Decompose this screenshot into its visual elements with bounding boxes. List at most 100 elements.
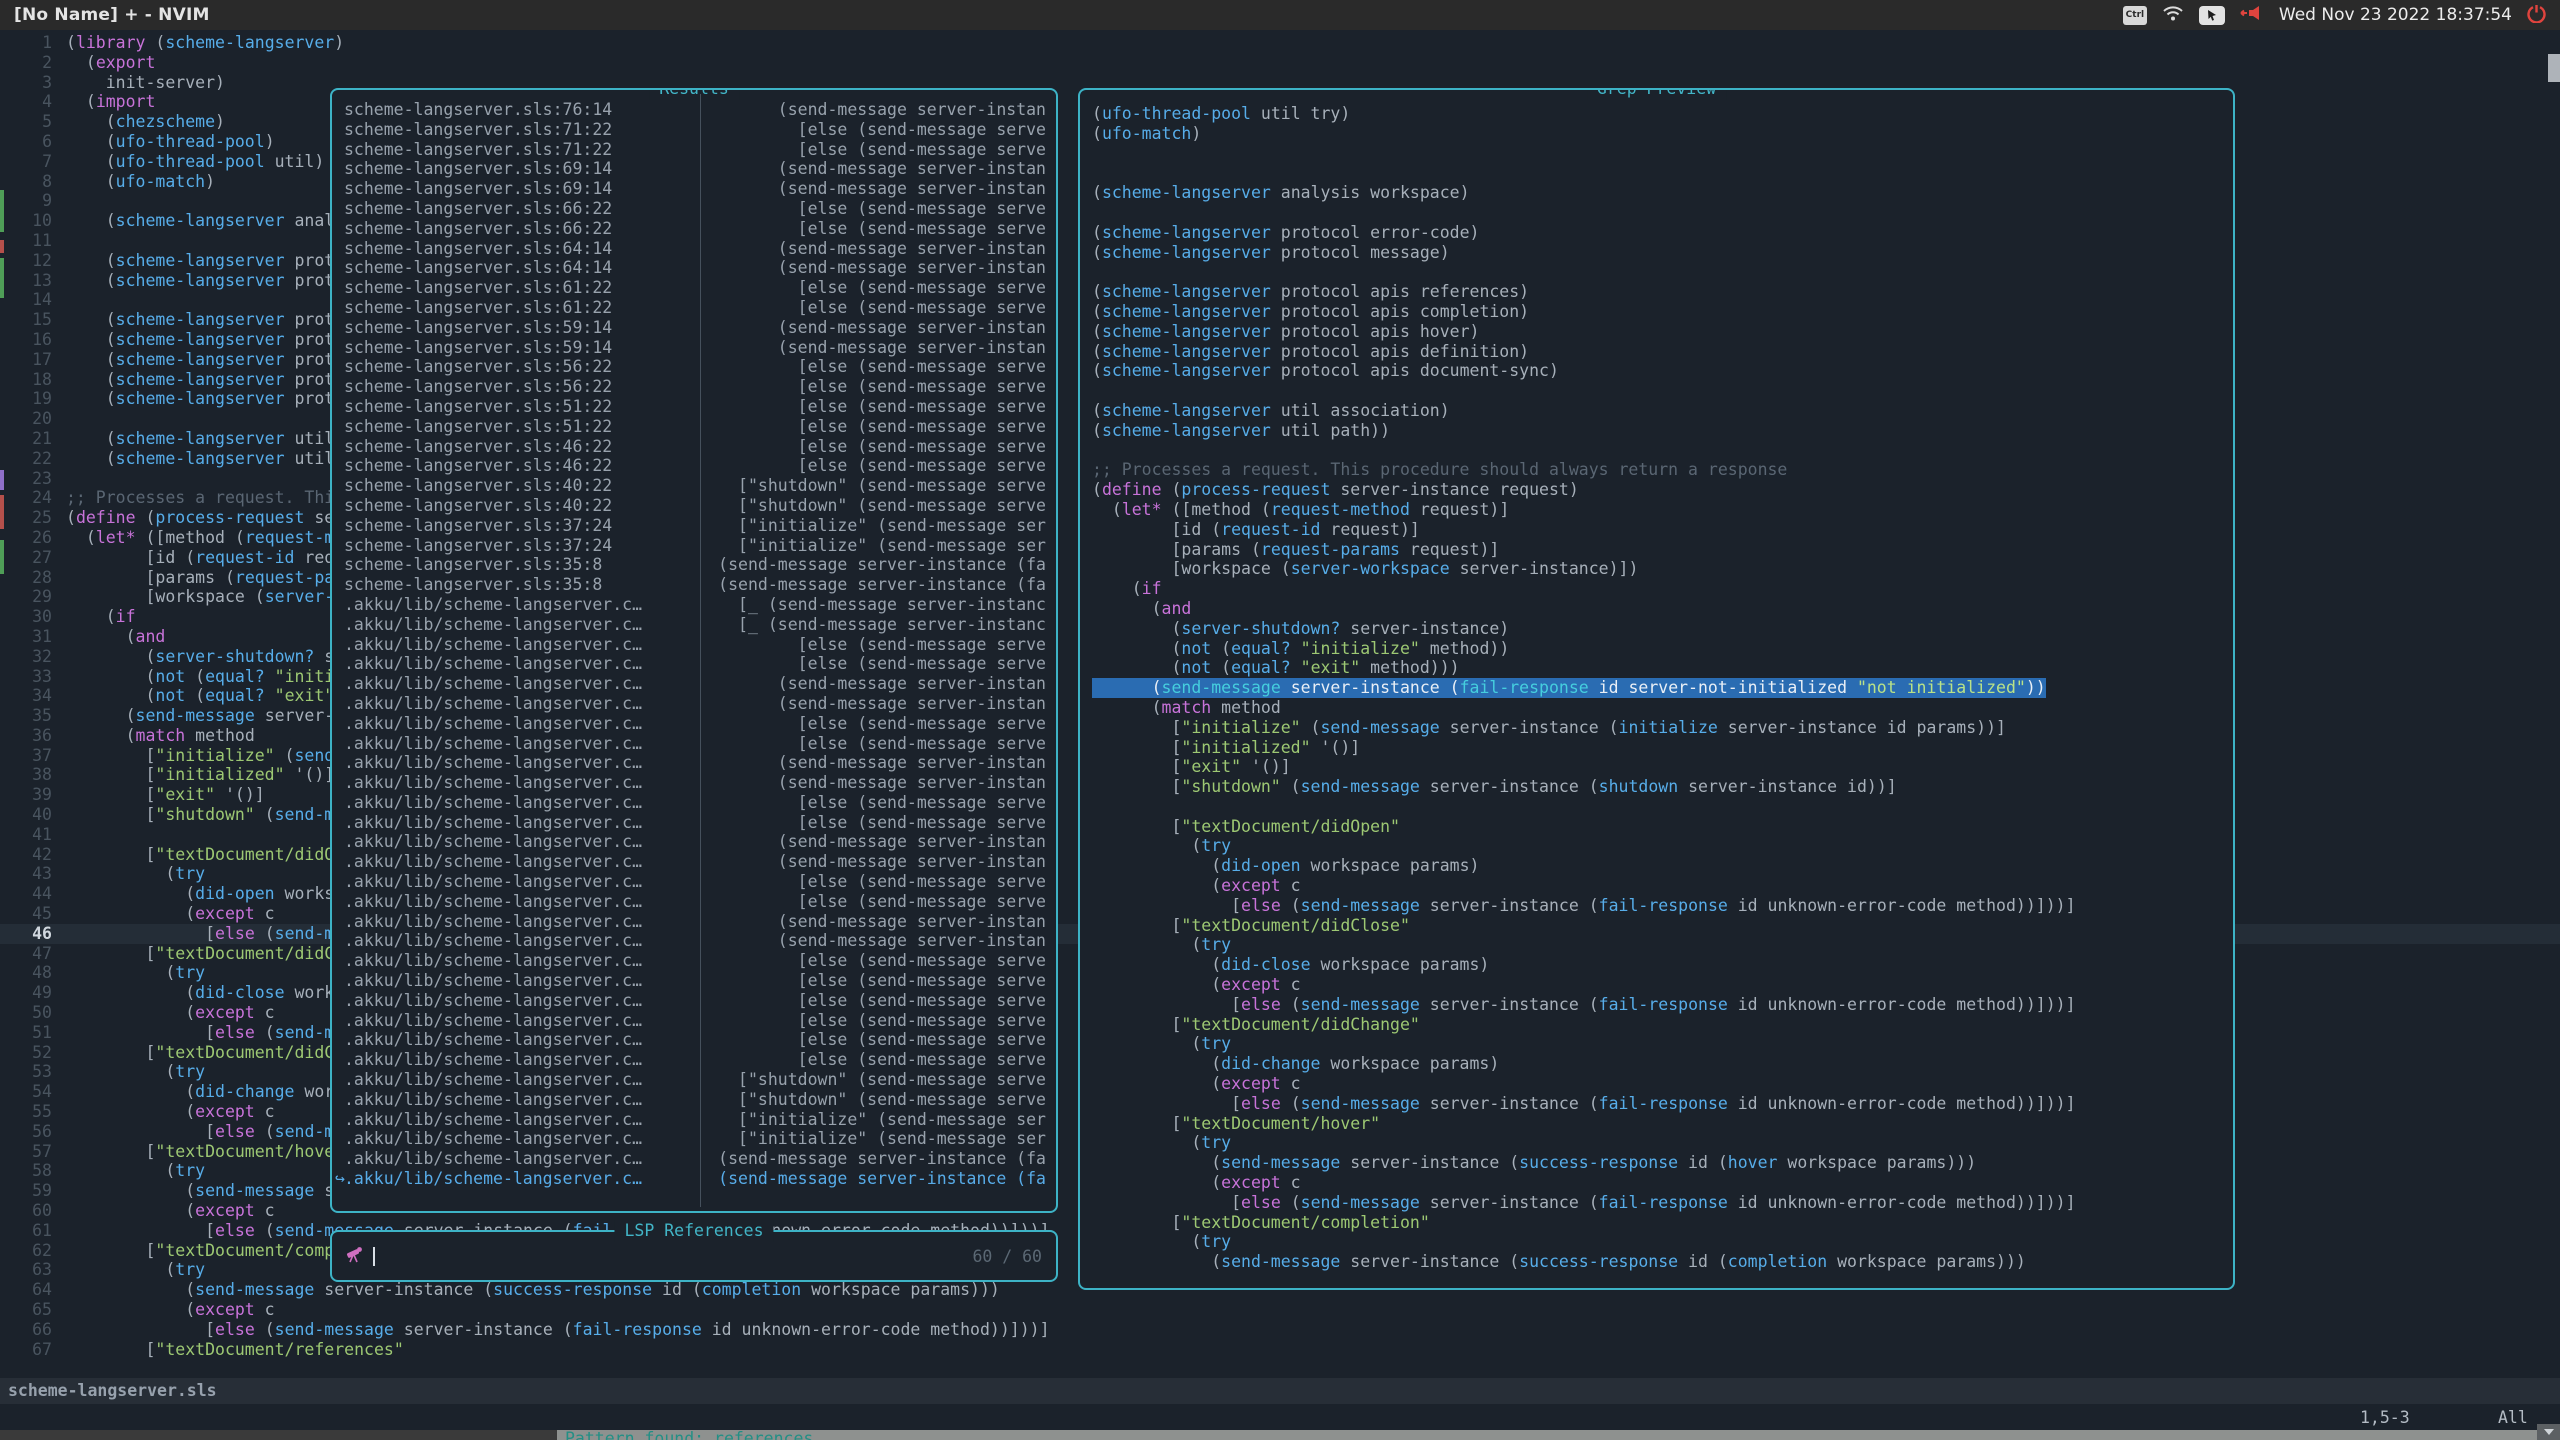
result-item[interactable]: scheme-langserver.sls:59:14(send-message… <box>332 338 1056 358</box>
result-file: scheme-langserver.sls:69:14 <box>344 159 690 179</box>
line-number: 39 <box>0 785 66 805</box>
result-item[interactable]: .akku/lib/scheme-langserver.c…[else (sen… <box>332 951 1056 971</box>
editor-line[interactable]: 1(library (scheme-langserver) <box>0 33 2560 53</box>
result-item[interactable]: scheme-langserver.sls:66:22[else (send-m… <box>332 219 1056 239</box>
result-file: .akku/lib/scheme-langserver.c… <box>344 1030 690 1050</box>
result-item[interactable]: scheme-langserver.sls:69:14(send-message… <box>332 179 1056 199</box>
result-item[interactable]: .akku/lib/scheme-langserver.c…[else (sen… <box>332 991 1056 1011</box>
result-item[interactable]: .akku/lib/scheme-langserver.c…[else (sen… <box>332 714 1056 734</box>
grep-preview-window: Grep Preview (ufo-thread-pool util try)(… <box>1078 88 2235 1290</box>
result-item[interactable]: .akku/lib/scheme-langserver.c…[else (sen… <box>332 872 1056 892</box>
result-item[interactable]: scheme-langserver.sls:51:22[else (send-m… <box>332 417 1056 437</box>
text-cursor <box>373 1247 375 1266</box>
result-item[interactable]: .akku/lib/scheme-langserver.c…["initiali… <box>332 1129 1056 1149</box>
result-item[interactable]: .akku/lib/scheme-langserver.c…[else (sen… <box>332 1030 1056 1050</box>
result-item[interactable]: scheme-langserver.sls:64:14(send-message… <box>332 239 1056 259</box>
line-number: 28 <box>0 568 66 588</box>
result-item[interactable]: .akku/lib/scheme-langserver.c…(send-mess… <box>332 1149 1056 1169</box>
wifi-icon[interactable] <box>2162 4 2184 26</box>
line-number: 47 <box>0 944 66 964</box>
result-item[interactable]: .akku/lib/scheme-langserver.c…[_ (send-m… <box>332 615 1056 635</box>
result-item[interactable]: .akku/lib/scheme-langserver.c…(send-mess… <box>332 912 1056 932</box>
result-item[interactable]: .akku/lib/scheme-langserver.c…(send-mess… <box>332 852 1056 872</box>
preview-line <box>1092 144 2233 164</box>
result-item[interactable]: .akku/lib/scheme-langserver.c…[else (sen… <box>332 635 1056 655</box>
result-item[interactable]: scheme-langserver.sls:35:8(send-message … <box>332 575 1056 595</box>
result-item[interactable]: scheme-langserver.sls:40:22["shutdown" (… <box>332 476 1056 496</box>
result-item[interactable]: scheme-langserver.sls:66:22[else (send-m… <box>332 199 1056 219</box>
result-file: .akku/lib/scheme-langserver.c… <box>344 1129 690 1149</box>
result-item[interactable]: scheme-langserver.sls:37:24["initialize"… <box>332 516 1056 536</box>
result-item[interactable]: .akku/lib/scheme-langserver.c…[else (sen… <box>332 813 1056 833</box>
result-item[interactable]: scheme-langserver.sls:51:22[else (send-m… <box>332 397 1056 417</box>
result-item[interactable]: scheme-langserver.sls:64:14(send-message… <box>332 258 1056 278</box>
result-match-text: [else (send-message serve <box>690 219 1046 239</box>
preview-line: [else (send-message server-instance (fai… <box>1092 896 2233 916</box>
scroll-down-arrow[interactable] <box>2537 1424 2560 1440</box>
result-item[interactable]: scheme-langserver.sls:46:22[else (send-m… <box>332 456 1056 476</box>
result-item[interactable]: .akku/lib/scheme-langserver.c…(send-mess… <box>332 753 1056 773</box>
editor-line[interactable]: 66 [else (send-message server-instance (… <box>0 1320 2560 1340</box>
result-item[interactable]: .akku/lib/scheme-langserver.c…(send-mess… <box>332 674 1056 694</box>
result-item[interactable]: .akku/lib/scheme-langserver.c…[else (sen… <box>332 1050 1056 1070</box>
clock[interactable]: Wed Nov 23 2022 18:37:54 <box>2279 5 2512 25</box>
line-number: 60 <box>0 1201 66 1221</box>
result-item[interactable]: scheme-langserver.sls:71:22[else (send-m… <box>332 140 1056 160</box>
result-match-text: ["initialize" (send-message ser <box>690 536 1046 556</box>
result-item[interactable]: scheme-langserver.sls:61:22[else (send-m… <box>332 298 1056 318</box>
result-file: .akku/lib/scheme-langserver.c… <box>344 892 690 912</box>
result-item[interactable]: .akku/lib/scheme-langserver.c…["initiali… <box>332 1110 1056 1130</box>
result-item[interactable]: .akku/lib/scheme-langserver.c…[else (sen… <box>332 1011 1056 1031</box>
editor-line[interactable]: 2 (export <box>0 53 2560 73</box>
result-item[interactable]: .akku/lib/scheme-langserver.c…[else (sen… <box>332 654 1056 674</box>
result-item[interactable]: .akku/lib/scheme-langserver.c…[_ (send-m… <box>332 595 1056 615</box>
result-item[interactable]: scheme-langserver.sls:71:22[else (send-m… <box>332 120 1056 140</box>
preview-line: (define (process-request server-instance… <box>1092 480 2233 500</box>
result-item[interactable]: .akku/lib/scheme-langserver.c…[else (sen… <box>332 971 1056 991</box>
line-number: 59 <box>0 1181 66 1201</box>
result-item[interactable]: scheme-langserver.sls:69:14(send-message… <box>332 159 1056 179</box>
result-item[interactable]: .akku/lib/scheme-langserver.c…[else (sen… <box>332 892 1056 912</box>
line-number: 8 <box>0 172 66 192</box>
result-item[interactable]: scheme-langserver.sls:46:22[else (send-m… <box>332 437 1056 457</box>
result-item[interactable]: .akku/lib/scheme-langserver.c…["shutdown… <box>332 1070 1056 1090</box>
result-item[interactable]: .akku/lib/scheme-langserver.c…[else (sen… <box>332 793 1056 813</box>
result-item[interactable]: scheme-langserver.sls:59:14(send-message… <box>332 318 1056 338</box>
editor-line[interactable]: 65 (except c <box>0 1300 2560 1320</box>
result-item[interactable]: scheme-langserver.sls:37:24["initialize"… <box>332 536 1056 556</box>
result-item[interactable]: scheme-langserver.sls:56:22[else (send-m… <box>332 377 1056 397</box>
preview-line: (did-change workspace params) <box>1092 1054 2233 1074</box>
editor-line[interactable]: 67 ["textDocument/references" <box>0 1340 2560 1360</box>
touchpad-icon[interactable] <box>2199 6 2225 25</box>
chevron-down-icon <box>2544 1429 2554 1435</box>
result-item[interactable]: scheme-langserver.sls:40:22["shutdown" (… <box>332 496 1056 516</box>
lsp-references-prompt[interactable]: LSP References 60 / 60 <box>330 1230 1058 1282</box>
volume-muted-icon[interactable] <box>2240 4 2264 26</box>
result-item[interactable]: scheme-langserver.sls:61:22[else (send-m… <box>332 278 1056 298</box>
result-item[interactable]: .akku/lib/scheme-langserver.c…(send-mess… <box>332 694 1056 714</box>
keyboard-layout-icon[interactable]: Ctrl <box>2123 6 2147 25</box>
result-item[interactable]: scheme-langserver.sls:35:8(send-message … <box>332 555 1056 575</box>
power-icon[interactable] <box>2527 4 2546 27</box>
line-number: 3 <box>0 73 66 93</box>
preview-line: (not (equal? "initialize" method)) <box>1092 639 2233 659</box>
preview-line: (scheme-langserver util association) <box>1092 401 2233 421</box>
line-number: 34 <box>0 686 66 706</box>
result-item[interactable]: ↪.akku/lib/scheme-langserver.c…(send-mes… <box>332 1169 1056 1189</box>
code-text: (except c <box>66 1102 275 1121</box>
result-match-text: [else (send-message serve <box>690 734 1046 754</box>
result-item[interactable]: .akku/lib/scheme-langserver.c…(send-mess… <box>332 773 1056 793</box>
result-file: scheme-langserver.sls:35:8 <box>344 555 690 575</box>
preview-line: (scheme-langserver protocol apis complet… <box>1092 302 2233 322</box>
result-file: .akku/lib/scheme-langserver.c… <box>344 813 690 833</box>
result-item[interactable]: scheme-langserver.sls:76:14(send-message… <box>332 100 1056 120</box>
result-match-text: (send-message server-instan <box>690 674 1046 694</box>
result-item[interactable]: .akku/lib/scheme-langserver.c…(send-mess… <box>332 832 1056 852</box>
result-item[interactable]: .akku/lib/scheme-langserver.c…[else (sen… <box>332 734 1056 754</box>
result-item[interactable]: .akku/lib/scheme-langserver.c…(send-mess… <box>332 931 1056 951</box>
preview-line: (send-message server-instance (success-r… <box>1092 1252 2233 1272</box>
result-item[interactable]: scheme-langserver.sls:56:22[else (send-m… <box>332 357 1056 377</box>
result-item[interactable]: .akku/lib/scheme-langserver.c…["shutdown… <box>332 1090 1056 1110</box>
scrollbar-thumb[interactable] <box>2548 54 2560 82</box>
result-match-text: (send-message server-instan <box>690 100 1046 120</box>
